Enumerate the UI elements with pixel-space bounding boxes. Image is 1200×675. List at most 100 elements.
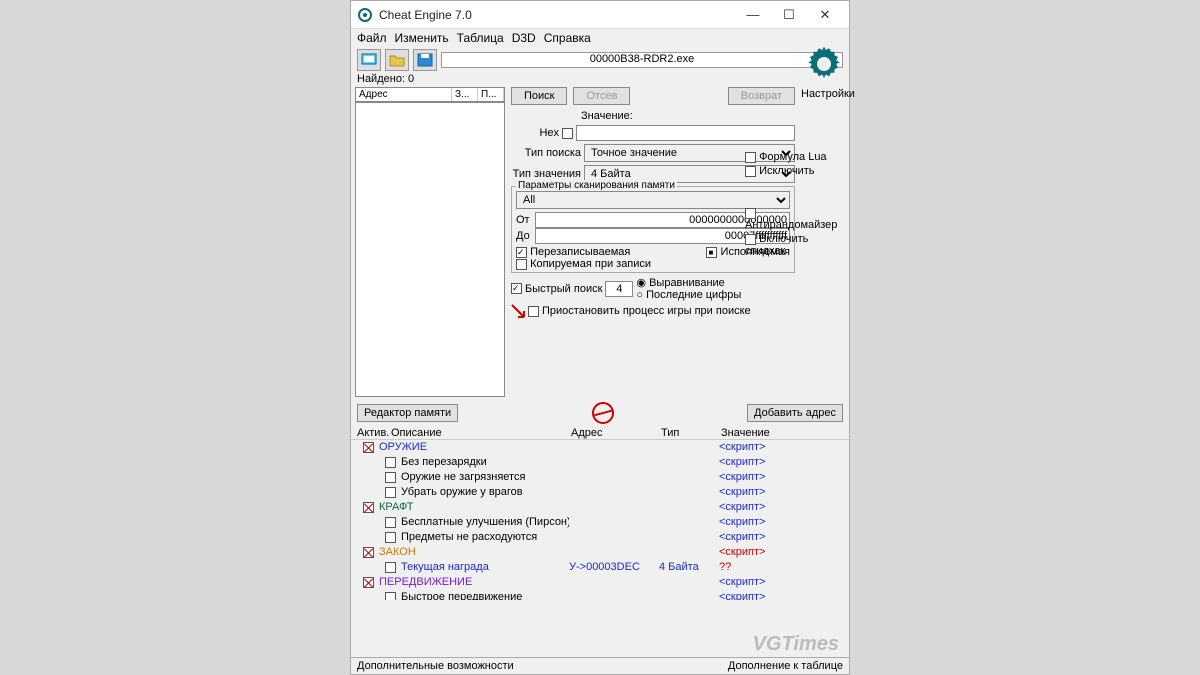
th-value[interactable]: Значение <box>721 427 801 439</box>
add-address-button[interactable]: Добавить адрес <box>747 404 843 422</box>
fastscan-value[interactable] <box>605 281 633 297</box>
row-value: <скрипт> <box>719 455 799 470</box>
menu-edit[interactable]: Изменить <box>395 31 449 45</box>
select-process-button[interactable] <box>357 49 381 71</box>
table-row[interactable]: Оружие не загрязняется <скрипт> <box>357 470 843 485</box>
side-options: Формула Lua Исключить Антирандомайзер Вк… <box>745 151 845 257</box>
undo-scan-button[interactable]: Возврат <box>728 87 795 105</box>
row-desc: Предметы не расходуются <box>401 530 569 545</box>
active-checkbox[interactable] <box>363 577 374 588</box>
col-3[interactable]: П... <box>478 88 504 101</box>
process-label: 00000B38-RDR2.exe <box>441 52 843 68</box>
active-checkbox[interactable] <box>385 562 396 573</box>
table-row[interactable]: ОРУЖИЕ <скрипт> <box>357 440 843 455</box>
watermark: VGTimes <box>753 633 839 656</box>
speedhack-checkbox[interactable] <box>745 234 756 245</box>
found-count: Найдено: 0 <box>351 73 849 85</box>
row-value: <скрипт> <box>719 470 799 485</box>
th-type[interactable]: Тип <box>661 427 721 439</box>
active-checkbox[interactable] <box>385 487 396 498</box>
antirand-checkbox[interactable] <box>745 208 756 219</box>
next-scan-button[interactable]: Отсев <box>573 87 630 105</box>
first-scan-button[interactable]: Поиск <box>511 87 567 105</box>
toolbar: 00000B38-RDR2.exe <box>351 47 849 73</box>
table-row[interactable]: ПЕРЕДВИЖЕНИЕ <скрипт> <box>357 575 843 590</box>
folder-icon <box>389 53 405 67</box>
row-value: <скрипт> <box>719 515 799 530</box>
row-value: <скрипт> <box>719 440 799 455</box>
row-value: <скрипт> <box>719 530 799 545</box>
close-button[interactable]: ✕ <box>807 1 843 29</box>
result-list-panel: Адрес З... П... <box>355 87 505 397</box>
hex-checkbox[interactable] <box>562 128 573 139</box>
active-checkbox[interactable] <box>385 457 396 468</box>
row-desc: КРАФТ <box>379 500 569 515</box>
menu-help[interactable]: Справка <box>544 31 591 45</box>
executable-checkbox[interactable] <box>706 247 717 258</box>
maximize-button[interactable]: ☐ <box>771 1 807 29</box>
row-desc: ОРУЖИЕ <box>379 440 569 455</box>
active-checkbox[interactable] <box>385 517 396 528</box>
menu-table[interactable]: Таблица <box>457 31 504 45</box>
table-row[interactable]: КРАФТ<скрипт> <box>357 500 843 515</box>
value-label: Значение: <box>581 110 633 122</box>
cow-checkbox[interactable] <box>516 259 527 270</box>
th-desc[interactable]: Описание <box>391 427 571 439</box>
menu-file[interactable]: Файл <box>357 31 387 45</box>
menubar: Файл Изменить Таблица D3D Справка <box>351 29 849 47</box>
active-checkbox[interactable] <box>385 592 396 600</box>
save-button[interactable] <box>413 49 437 71</box>
align-radio[interactable]: ◉ Выравнивание <box>636 276 741 289</box>
settings-label: Настройки <box>801 88 847 100</box>
result-header: Адрес З... П... <box>355 87 505 102</box>
result-list[interactable] <box>355 102 505 397</box>
table-row[interactable]: Предметы не расходуются <скрипт> <box>357 530 843 545</box>
row-desc: Убрать оружие у врагов <box>401 485 569 500</box>
table-row[interactable]: Быстрое передвижение<скрипт> <box>357 590 843 600</box>
table-row[interactable]: Бесплатные улучшения (Пирсон) <скрипт> <box>357 515 843 530</box>
window-title: Cheat Engine 7.0 <box>379 8 735 22</box>
memory-editor-button[interactable]: Редактор памяти <box>357 404 458 422</box>
row-desc: Бесплатные улучшения (Пирсон) <box>401 515 569 530</box>
cheat-table[interactable]: ОРУЖИЕ<скрипт>Без перезарядки<скрипт>Ору… <box>351 440 849 600</box>
cow-label: Копируемая при записи <box>530 258 651 270</box>
app-icon <box>357 7 373 23</box>
minimize-button[interactable]: — <box>735 1 771 29</box>
floppy-icon <box>417 53 433 67</box>
active-checkbox[interactable] <box>385 532 396 543</box>
pause-checkbox[interactable] <box>528 306 539 317</box>
active-checkbox[interactable] <box>385 472 396 483</box>
table-row[interactable]: Текущая наградаУ->00003DEC4 Байта?? <box>357 560 843 575</box>
fastscan-label: Быстрый поиск <box>525 283 602 295</box>
table-row[interactable]: ЗАКОН<скрипт> <box>357 545 843 560</box>
row-desc: Оружие не загрязняется <box>401 470 569 485</box>
window-buttons: — ☐ ✕ <box>735 1 843 29</box>
table-row[interactable]: Без перезарядки<скрипт> <box>357 455 843 470</box>
row-value: <скрипт> <box>719 575 799 590</box>
row-desc: ЗАКОН <box>379 545 569 560</box>
th-active[interactable]: Актив. <box>357 427 391 439</box>
footer-right[interactable]: Дополнение к таблице <box>728 660 843 672</box>
scan-type-label: Тип поиска <box>511 147 581 159</box>
menu-d3d[interactable]: D3D <box>512 31 536 45</box>
footer-left[interactable]: Дополнительные возможности <box>357 660 514 672</box>
logo-area[interactable]: Настройки <box>801 43 847 100</box>
open-button[interactable] <box>385 49 409 71</box>
th-addr[interactable]: Адрес <box>571 427 661 439</box>
lastdigits-radio[interactable]: ○ Последние цифры <box>636 289 741 301</box>
table-row[interactable]: Убрать оружие у врагов <скрипт> <box>357 485 843 500</box>
active-checkbox[interactable] <box>363 502 374 513</box>
fastscan-checkbox[interactable] <box>511 283 522 294</box>
col-2[interactable]: З... <box>452 88 478 101</box>
active-checkbox[interactable] <box>363 442 374 453</box>
writable-checkbox[interactable] <box>516 247 527 258</box>
row-value: ?? <box>719 560 799 575</box>
titlebar: Cheat Engine 7.0 — ☐ ✕ <box>351 1 849 29</box>
col-address[interactable]: Адрес <box>356 88 452 101</box>
exclude-checkbox[interactable] <box>745 166 756 177</box>
row-desc: ПЕРЕДВИЖЕНИЕ <box>379 575 569 590</box>
value-input[interactable] <box>576 125 795 141</box>
row-value: <скрипт> <box>719 485 799 500</box>
lua-checkbox[interactable] <box>745 152 756 163</box>
active-checkbox[interactable] <box>363 547 374 558</box>
